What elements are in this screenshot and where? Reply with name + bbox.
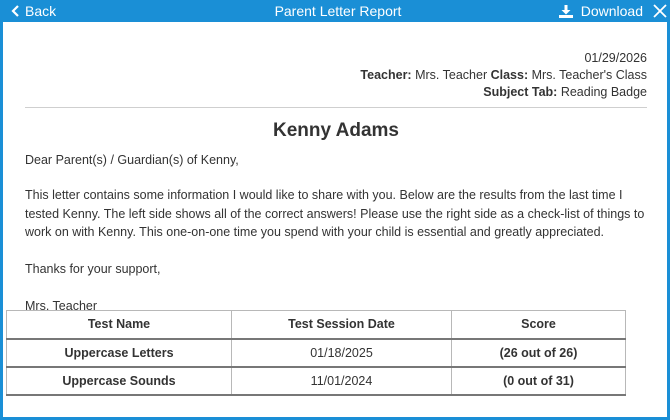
download-icon xyxy=(558,4,573,18)
report-meta: 01/29/2026 Teacher: Mrs. Teacher Class: … xyxy=(25,22,647,108)
table-row: Uppercase Sounds 11/01/2024 (0 out of 31… xyxy=(6,366,626,396)
subject-line: Subject Tab: Reading Badge xyxy=(25,84,647,101)
teacher-value: Mrs. Teacher xyxy=(415,68,488,82)
back-button[interactable]: Back xyxy=(11,0,56,22)
score-cell: (26 out of 26) xyxy=(451,338,626,368)
results-table: Test Name Test Session Date Score Upperc… xyxy=(6,310,626,396)
report-content: 01/29/2026 Teacher: Mrs. Teacher Class: … xyxy=(25,22,647,334)
letter-thanks: Thanks for your support, xyxy=(25,261,161,276)
header-test-name: Test Name xyxy=(6,310,232,340)
download-button[interactable]: Download xyxy=(558,0,643,22)
title-bar: Back Parent Letter Report Download xyxy=(3,0,667,22)
back-label: Back xyxy=(25,3,57,19)
score-cell: (0 out of 31) xyxy=(451,366,626,396)
header-score: Score xyxy=(451,310,626,340)
teacher-class-line: Teacher: Mrs. Teacher Class: Mrs. Teache… xyxy=(25,67,647,84)
teacher-label: Teacher: xyxy=(360,68,412,82)
chevron-left-icon xyxy=(11,5,19,17)
download-label: Download xyxy=(580,3,643,19)
letter-paragraph: This letter contains some information I … xyxy=(25,188,645,239)
header-session-date: Test Session Date xyxy=(231,310,452,340)
test-name-cell: Uppercase Letters xyxy=(6,338,232,368)
report-window: Back Parent Letter Report Download 01/29… xyxy=(0,0,670,420)
session-date-cell: 11/01/2024 xyxy=(231,366,452,396)
subject-value: Reading Badge xyxy=(560,85,647,99)
letter-body: Dear Parent(s) / Guardian(s) of Kenny, T… xyxy=(25,151,647,316)
student-name: Kenny Adams xyxy=(273,120,399,141)
session-date-cell: 01/18/2025 xyxy=(231,338,452,368)
report-date: 01/29/2026 xyxy=(584,51,647,65)
test-name-cell: Uppercase Sounds xyxy=(6,366,232,396)
close-icon[interactable] xyxy=(653,4,667,18)
table-row: Uppercase Letters 01/18/2025 (26 out of … xyxy=(6,338,626,368)
class-label: Class: xyxy=(490,68,529,82)
class-value: Mrs. Teacher's Class xyxy=(531,68,647,82)
subject-label: Subject Tab: xyxy=(483,85,558,99)
table-header-row: Test Name Test Session Date Score xyxy=(6,310,626,340)
letter-greeting: Dear Parent(s) / Guardian(s) of Kenny, xyxy=(25,153,239,167)
